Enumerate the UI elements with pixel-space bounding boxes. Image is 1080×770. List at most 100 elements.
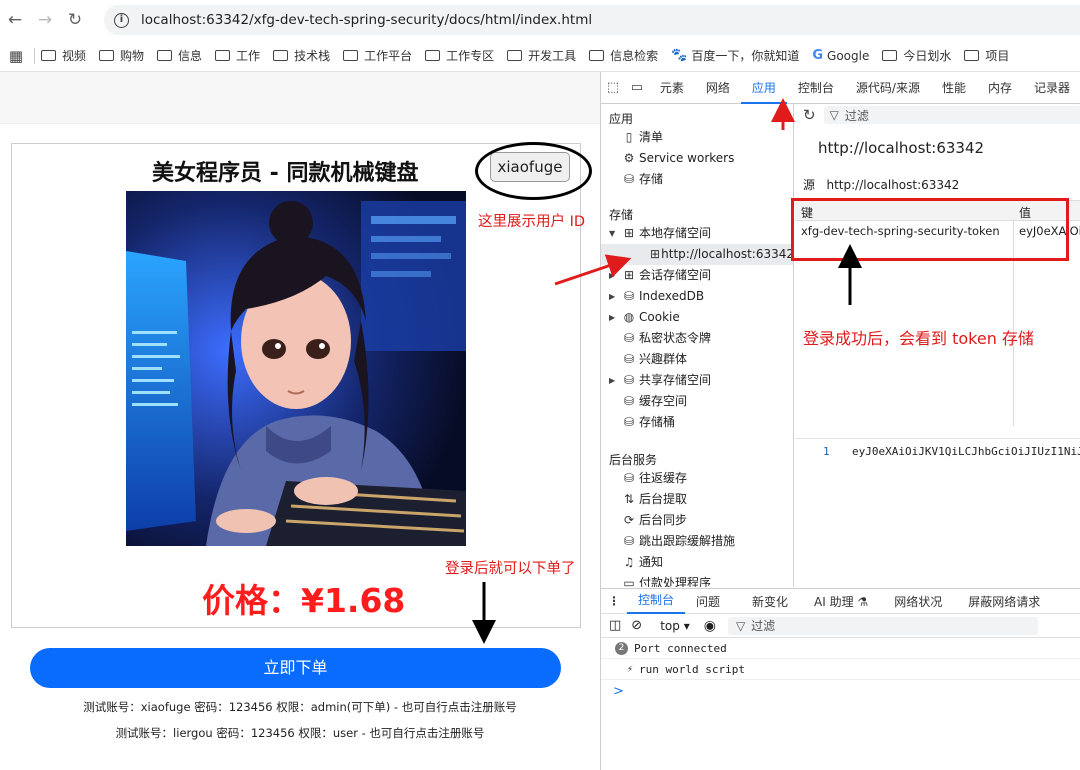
sidebar-item-service-workers[interactable]: ⚙ Service workers — [619, 148, 735, 169]
folder-icon — [157, 50, 173, 61]
sidebar-item-payment-handler[interactable]: ▭ 付款处理程序 — [619, 573, 711, 587]
cookie-icon: ◍ — [623, 310, 635, 324]
table-icon: ⊞ — [623, 268, 635, 282]
tab-network[interactable]: 网络 — [695, 72, 741, 104]
browser-toolbar: ← → ↻ i localhost:63342/xfg-dev-tech-spr… — [0, 0, 1080, 40]
bookmark-item[interactable]: 技术栈 — [273, 47, 330, 64]
order-annotation: 登录后就可以下单了 — [445, 561, 576, 577]
drawer-tab-console[interactable]: 控制台 — [627, 588, 686, 614]
folder-icon — [589, 50, 605, 61]
eye-icon[interactable]: ◉ — [704, 618, 716, 634]
flask-icon: ⚗ — [857, 594, 869, 609]
product-title: 美女程序员 - 同款机械键盘 — [152, 161, 419, 186]
bookmark-item[interactable]: 工作专区 — [425, 47, 494, 64]
back-icon[interactable]: ← — [0, 10, 30, 30]
sidebar-item-background-fetch[interactable]: ⇅ 后台提取 — [619, 489, 687, 510]
console-prompt[interactable]: > — [613, 684, 624, 699]
drawer-tab-issues[interactable]: 问题 — [685, 593, 731, 610]
tab-elements[interactable]: 元素 — [649, 72, 695, 104]
bookmark-item[interactable]: 项目 — [964, 47, 1009, 64]
sidebar-item-bounce-tracking[interactable]: ⛁ 跳出跟踪缓解措施 — [619, 531, 735, 552]
database-icon: ⛁ — [623, 289, 635, 303]
sidebar-item-session-storage[interactable]: ▶ ⊞ 会话存储空间 — [609, 265, 711, 286]
bookmark-item[interactable]: 今日划水 — [882, 47, 951, 64]
highlight-oval — [475, 142, 592, 200]
collapsed-triangle-icon[interactable]: ▶ — [609, 265, 619, 286]
tab-memory[interactable]: 内存 — [977, 72, 1023, 104]
sync-icon: ⟳ — [623, 513, 635, 527]
bookmark-item[interactable]: 购物 — [99, 47, 144, 64]
expanded-triangle-icon[interactable]: ▼ — [609, 223, 619, 244]
sidebar-item-bfcache[interactable]: ⛁ 往返缓存 — [619, 468, 687, 489]
bookmark-item[interactable]: 开发工具 — [507, 47, 576, 64]
bookmark-baidu[interactable]: 🐾 百度一下，你就知道 — [671, 47, 799, 64]
device-toolbar-icon[interactable]: ▭ — [625, 80, 649, 95]
test-account-2: 测试账号：liergou 密码：123456 权限：user - 也可自行点击注… — [115, 726, 485, 740]
sidebar-item-manifest[interactable]: ▯ 清单 — [619, 127, 663, 148]
programmer-girl-illustration — [126, 191, 466, 546]
tab-performance[interactable]: 性能 — [931, 72, 977, 104]
collapsed-triangle-icon[interactable]: ▶ — [609, 307, 619, 328]
bookmarks-bar: ▦ 视频 购物 信息 工作 技术栈 工作平台 工作专区 开发工具 信息检索 🐾 百… — [0, 40, 1080, 72]
sidebar-item-notifications[interactable]: ♫ 通知 — [619, 552, 663, 573]
sidebar-toggle-icon[interactable]: ◫ — [609, 618, 621, 633]
tab-sources[interactable]: 源代码/来源 — [845, 72, 931, 104]
sidebar-item-storage[interactable]: ⛁ 存储 — [619, 169, 663, 190]
web-page: 美女程序员 - 同款机械键盘 xiaofuge 这里展示用户 ID 价格：¥1.… — [0, 72, 600, 770]
context-selector[interactable]: top ▾ — [660, 619, 690, 633]
refresh-icon[interactable]: ↻ — [803, 106, 816, 124]
bookmark-item[interactable]: 信息检索 — [589, 47, 658, 64]
bookmark-item[interactable]: 工作 — [215, 47, 260, 64]
fetch-arrows-icon: ⇅ — [623, 492, 635, 506]
section-storage: 存储 — [609, 208, 634, 222]
buy-now-button[interactable]: 立即下单 — [30, 648, 561, 688]
sidebar-item-local-origin[interactable]: ⊞ http://localhost:63342 — [601, 244, 793, 265]
tab-application[interactable]: 应用 — [740, 72, 787, 104]
filter-input[interactable]: ▽ 过滤 — [823, 106, 1080, 124]
drawer-tab-request-blocking[interactable]: 屏蔽网络请求 — [957, 593, 1051, 610]
folder-icon — [507, 50, 523, 61]
bookmark-item[interactable]: 信息 — [157, 47, 202, 64]
inspect-element-icon[interactable]: ⬚ — [601, 80, 625, 95]
drawer-tab-ai-assistant[interactable]: AI 助理 ⚗ — [803, 593, 879, 610]
sidebar-item-shared-storage[interactable]: ▶ ⛁ 共享存储空间 — [609, 370, 711, 391]
collapsed-triangle-icon[interactable]: ▶ — [609, 370, 619, 391]
clear-console-icon[interactable]: ⊘ — [631, 618, 642, 633]
sidebar-item-cache-storage[interactable]: ⛁ 缓存空间 — [619, 391, 687, 412]
database-icon: ⛁ — [623, 352, 635, 366]
site-info-icon[interactable]: i — [114, 12, 129, 28]
collapsed-triangle-icon[interactable]: ▶ — [609, 286, 619, 307]
drawer-tab-whats-new[interactable]: 新变化 — [741, 593, 799, 610]
bookmark-item[interactable]: 工作平台 — [343, 47, 412, 64]
more-options-icon[interactable]: ⋮ — [601, 594, 627, 608]
url-text: localhost:63342/xfg-dev-tech-spring-secu… — [141, 12, 593, 28]
token-annotation: 登录成功后，会看到 token 存储 — [803, 329, 1034, 348]
bookmark-item[interactable]: 视频 — [41, 47, 86, 64]
sidebar-item-indexeddb[interactable]: ▶ ⛁ IndexedDB — [609, 286, 704, 307]
sidebar-item-storage-buckets[interactable]: ⛁ 存储桶 — [619, 412, 675, 433]
sidebar-item-cookie[interactable]: ▶ ◍ Cookie — [609, 307, 680, 328]
drawer-tab-network-conditions[interactable]: 网络状况 — [883, 593, 953, 610]
baidu-paw-icon: 🐾 — [671, 48, 688, 63]
forward-icon[interactable]: → — [30, 10, 60, 30]
database-icon: ⛁ — [623, 172, 635, 186]
tab-recorder[interactable]: 记录器 — [1023, 72, 1080, 104]
sidebar-item-private-state-tokens[interactable]: ⛁ 私密状态令牌 — [619, 328, 711, 349]
sidebar-item-interest-groups[interactable]: ⛁ 兴趣群体 — [619, 349, 687, 370]
table-icon: ⊞ — [623, 226, 635, 240]
database-icon: ⛁ — [623, 394, 635, 408]
section-application: 应用 — [609, 112, 634, 126]
bookmark-google[interactable]: G Google — [812, 48, 869, 63]
apps-grid-icon[interactable]: ▦ — [0, 47, 32, 65]
console-message: 2 Port connected — [601, 639, 1080, 659]
console-filter-input[interactable]: ▽ 过滤 — [727, 616, 1038, 635]
tab-console[interactable]: 控制台 — [787, 72, 845, 104]
address-bar[interactable]: i localhost:63342/xfg-dev-tech-spring-se… — [104, 5, 1080, 35]
reload-icon[interactable]: ↻ — [60, 10, 90, 30]
sidebar-item-background-sync[interactable]: ⟳ 后台同步 — [619, 510, 687, 531]
sidebar-item-local-storage[interactable]: ▼ ⊞ 本地存储空间 — [609, 223, 711, 244]
folder-icon — [273, 50, 289, 61]
page-header-strip — [0, 72, 600, 124]
product-card: 美女程序员 - 同款机械键盘 xiaofuge 这里展示用户 ID 价格：¥1.… — [11, 142, 592, 628]
folder-icon — [425, 50, 441, 61]
